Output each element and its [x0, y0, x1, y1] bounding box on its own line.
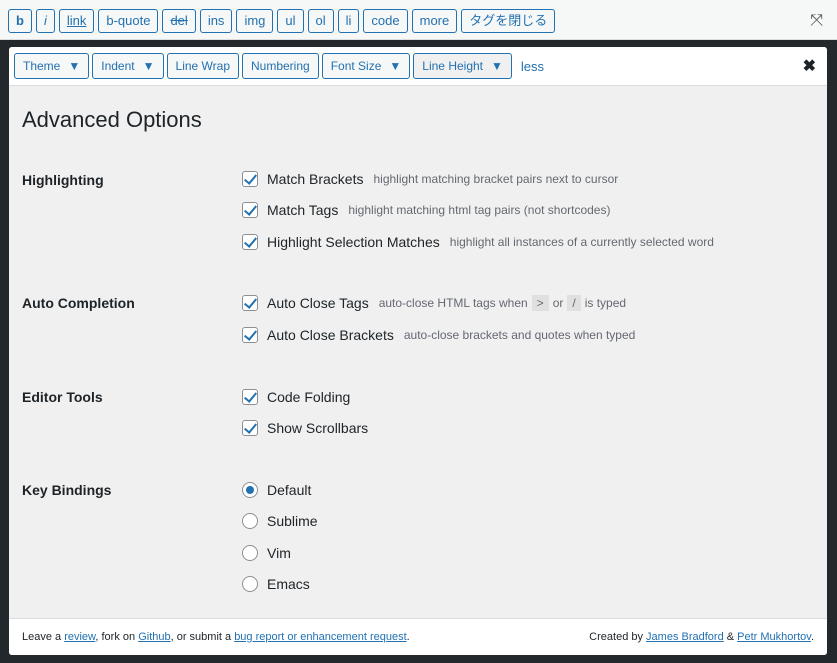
indent-label: Indent: [101, 59, 135, 73]
section-auto-completion: Auto Completion: [22, 295, 135, 311]
indent-dropdown[interactable]: Indent ▼: [92, 53, 164, 79]
checkbox[interactable]: [242, 295, 258, 311]
option-label: Sublime: [267, 513, 318, 529]
quicktag-ul[interactable]: ul: [277, 9, 304, 33]
footer-left: Leave a review, fork on Github, or submi…: [22, 631, 410, 643]
author-link[interactable]: Petr Mukhortov: [737, 631, 811, 643]
quicktag-ins[interactable]: ins: [199, 9, 233, 33]
footer-text: Leave a: [22, 631, 65, 643]
option-desc: auto-close brackets and quotes when type…: [403, 328, 636, 342]
footer-text: Created by: [589, 631, 647, 643]
desc-text: auto-close HTML tags when: [378, 296, 528, 310]
radio[interactable]: [242, 576, 258, 592]
radio[interactable]: [242, 545, 258, 561]
quicktag-code[interactable]: code: [363, 9, 408, 33]
highlight-selection-option[interactable]: Highlight Selection Matches highlight all…: [242, 234, 714, 250]
numbering-button[interactable]: Numbering: [242, 53, 319, 79]
option-label: Default: [267, 482, 312, 498]
quicktag-close-tags[interactable]: タグを閉じる: [461, 9, 556, 33]
option-desc: auto-close HTML tags when > or / is typed: [378, 295, 627, 311]
caret-down-icon: ▼: [389, 59, 402, 73]
match-brackets-option[interactable]: Match Brackets highlight matching bracket…: [242, 171, 618, 187]
option-label: Vim: [267, 545, 291, 561]
checkbox[interactable]: [242, 202, 258, 218]
auto-close-brackets-option[interactable]: Auto Close Brackets auto-close brackets a…: [242, 327, 635, 343]
review-link[interactable]: review: [64, 631, 95, 643]
bug-report-link[interactable]: bug report or enhancement request: [234, 631, 406, 643]
line-wrap-button[interactable]: Line Wrap: [166, 53, 239, 79]
show-scrollbars-option[interactable]: Show Scrollbars: [242, 420, 368, 436]
line-height-dropdown[interactable]: Line Height ▼: [413, 53, 512, 79]
caret-down-icon: ▼: [142, 59, 155, 73]
theme-dropdown[interactable]: Theme ▼: [14, 53, 90, 79]
option-label: Emacs: [267, 576, 310, 592]
option-label: Auto Close Tags: [267, 295, 369, 311]
desc-text: is typed: [584, 296, 627, 310]
quicktag-link[interactable]: link: [58, 9, 95, 33]
section-highlighting: Highlighting: [22, 172, 104, 188]
footer-text: , fork on: [95, 631, 139, 643]
quicktag-bquote[interactable]: b-quote: [98, 9, 159, 33]
section-key-bindings: Key Bindings: [22, 482, 112, 498]
caret-down-icon: ▼: [68, 59, 81, 73]
key-gt: >: [531, 295, 549, 311]
checkbox[interactable]: [242, 171, 258, 187]
option-label: Match Brackets: [267, 171, 364, 187]
font-size-dropdown[interactable]: Font Size ▼: [321, 53, 411, 79]
settings-toolbar: Theme ▼ Indent ▼ Line Wrap Numbering Font …: [9, 47, 827, 86]
keybinding-sublime[interactable]: Sublime: [242, 513, 318, 529]
quicktag-img[interactable]: img: [236, 9, 274, 33]
panel-title: Advanced Options: [22, 107, 202, 132]
quicktag-i[interactable]: i: [35, 9, 55, 33]
footer-text: .: [810, 631, 814, 643]
less-link[interactable]: less: [521, 59, 544, 74]
radio[interactable]: [242, 482, 258, 498]
quicktag-del[interactable]: del: [162, 9, 196, 33]
quicktags-toolbar: b i link b-quote del ins img ul ol li co…: [0, 0, 837, 40]
desc-or: or: [552, 296, 564, 310]
option-desc: highlight matching html tag pairs (not s…: [348, 203, 611, 217]
auto-close-tags-option[interactable]: Auto Close Tags auto-close HTML tags when…: [242, 295, 626, 311]
key-slash: /: [567, 295, 581, 311]
settings-panel: Theme ▼ Indent ▼ Line Wrap Numbering Font …: [9, 47, 827, 655]
option-label: Code Folding: [267, 389, 351, 405]
quicktag-ol[interactable]: ol: [307, 9, 334, 33]
footer-right: Created by James Bradford & Petr Mukhort…: [589, 631, 814, 643]
option-label: Match Tags: [267, 202, 339, 218]
author-link[interactable]: James Bradford: [646, 631, 724, 643]
option-label: Show Scrollbars: [267, 420, 369, 436]
theme-label: Theme: [23, 59, 61, 73]
checkbox[interactable]: [242, 234, 258, 250]
font-size-label: Font Size: [330, 59, 382, 73]
keybinding-default[interactable]: Default: [242, 482, 311, 498]
option-label: Auto Close Brackets: [267, 327, 394, 343]
checkbox[interactable]: [242, 420, 258, 436]
close-icon[interactable]: ✖: [803, 56, 816, 76]
radio[interactable]: [242, 513, 258, 529]
footer-text: .: [406, 631, 410, 643]
caret-down-icon: ▼: [491, 59, 503, 73]
quicktag-li[interactable]: li: [337, 9, 360, 33]
checkbox[interactable]: [242, 327, 258, 343]
footer-text: , or submit a: [170, 631, 235, 643]
match-tags-option[interactable]: Match Tags highlight matching html tag pa…: [242, 202, 610, 218]
github-link[interactable]: Github: [138, 631, 170, 643]
code-folding-option[interactable]: Code Folding: [242, 389, 350, 405]
keybinding-emacs[interactable]: Emacs: [242, 576, 310, 592]
quicktag-more[interactable]: more: [411, 9, 458, 33]
fullscreen-icon[interactable]: ⤧: [810, 12, 823, 30]
option-label: Highlight Selection Matches: [267, 234, 440, 250]
option-desc: highlight matching bracket pairs next to…: [373, 172, 619, 186]
footer-text: &: [723, 631, 738, 643]
line-height-label: Line Height: [422, 59, 484, 73]
quicktag-b[interactable]: b: [8, 9, 32, 33]
keybinding-vim[interactable]: Vim: [242, 545, 291, 561]
checkbox[interactable]: [242, 389, 258, 405]
panel-footer: Leave a review, fork on Github, or submi…: [9, 618, 827, 655]
option-desc: highlight all instances of a currently s…: [449, 235, 714, 249]
section-editor-tools: Editor Tools: [22, 389, 103, 405]
